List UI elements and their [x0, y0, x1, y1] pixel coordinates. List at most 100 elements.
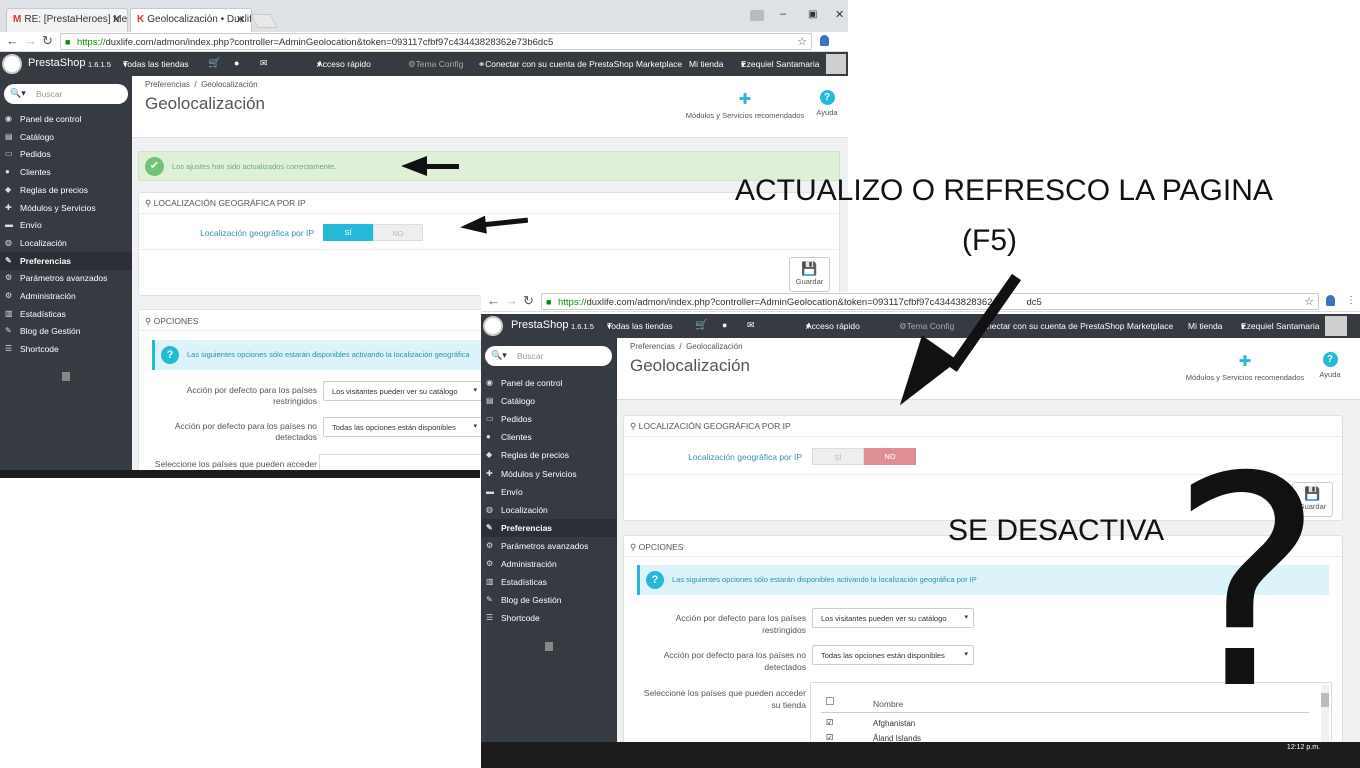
url-field-2[interactable]: ■ https://duxlife.com/admon/index.php?con… — [541, 293, 1319, 310]
shop-selector[interactable]: Todas las tiendas ▾ — [607, 321, 673, 332]
shop-selector[interactable]: Todas las tiendas ▾ — [123, 59, 189, 70]
sidebar-item-parámetros-avanzados[interactable]: ⚙ Parámetros avanzados — [0, 269, 132, 287]
tab-gmail[interactable]: M RE: [PrestaHeroes] Mens ✕ — [6, 8, 128, 32]
bookmark-star-icon[interactable]: ☆ — [797, 35, 807, 48]
sidebar-item-reglas-de-precios[interactable]: ◆ Reglas de precios — [0, 181, 132, 199]
sidebar-item-catálogo[interactable]: ▤ Catálogo — [0, 128, 132, 146]
close-tab-icon[interactable]: ✕ — [112, 13, 121, 26]
minimize-button[interactable]: – — [780, 8, 786, 20]
sidebar-item-blog-de-gestión[interactable]: ✎ Blog de Gestión — [481, 591, 617, 609]
marketplace-connect-link[interactable]: nectar con su cuenta de PrestaShop Marke… — [987, 321, 1173, 331]
puzzle-icon: ✚ — [1238, 353, 1252, 370]
geolocation-no-toggle[interactable]: NO — [864, 448, 916, 465]
sidebar-item-estadísticas[interactable]: ▥ Estadísticas — [481, 573, 617, 591]
back-icon[interactable]: ← — [6, 33, 19, 48]
sidebar-item-blog-de-gestión[interactable]: ✎ Blog de Gestión — [0, 322, 132, 340]
breadcrumb-parent[interactable]: Preferencias — [630, 342, 675, 351]
recommended-modules-button[interactable]: ✚ Módulos y Servicios recomendados — [1177, 352, 1313, 382]
sidebar-item-pedidos[interactable]: ▭ Pedidos — [481, 410, 617, 428]
restore-button[interactable]: ▣ — [808, 9, 817, 20]
customer-icon[interactable]: ● — [722, 320, 727, 330]
recommended-modules-button[interactable]: ✚ Módulos y Servicios recomendados — [680, 90, 810, 120]
geolocation-no-toggle[interactable]: NO — [373, 224, 423, 241]
theme-config-link[interactable]: ⚙ Tema Config — [408, 59, 463, 70]
sidebar-item-shortcode[interactable]: ☰ Shortcode — [0, 340, 132, 358]
reload-icon[interactable]: ↻ — [523, 293, 534, 309]
sidebar-collapse-handle[interactable] — [545, 642, 553, 651]
restricted-countries-select[interactable]: Los visitantes pueden ver su catálogo ▾ — [812, 608, 974, 628]
avatar[interactable] — [1325, 316, 1347, 336]
customer-icon[interactable]: ● — [234, 58, 239, 68]
sidebar-item-panel-de-control[interactable]: ◉ Panel de control — [0, 110, 132, 128]
bookmark-star-icon[interactable]: ☆ — [1304, 295, 1314, 308]
close-window-button[interactable]: ✕ — [835, 8, 844, 21]
sidebar-collapse-handle[interactable] — [62, 372, 70, 381]
close-tab-icon[interactable]: ✕ — [236, 13, 245, 26]
cart-icon[interactable]: 🛒 — [208, 58, 220, 69]
profile-icon[interactable] — [750, 10, 764, 21]
employee-menu[interactable]: Ezequiel Santamaria ▾ — [741, 59, 819, 70]
search-input[interactable]: 🔍▾ Buscar — [4, 84, 128, 104]
geolocation-yes-toggle[interactable]: SÍ — [323, 224, 373, 241]
quick-access-menu[interactable]: Acceso rápido ▾ — [317, 59, 371, 70]
reload-icon[interactable]: ↻ — [42, 33, 53, 49]
theme-config-link[interactable]: ⚙ Tema Config — [899, 321, 954, 332]
select-all-checkbox[interactable] — [826, 697, 834, 705]
my-shop-link[interactable]: Mi tienda — [1188, 321, 1223, 331]
forward-icon[interactable]: → — [505, 293, 518, 308]
help-button[interactable]: ? Ayuda — [812, 90, 842, 117]
breadcrumb-parent[interactable]: Preferencias — [145, 80, 190, 89]
extension-icon[interactable] — [820, 35, 829, 46]
arrow-1-head — [401, 156, 427, 176]
shortcode-icon: ☰ — [5, 344, 13, 354]
save-icon: 💾 — [801, 261, 818, 276]
sidebar-item-módulos-y-servicios[interactable]: ✚ Módulos y Servicios — [481, 465, 617, 483]
forward-icon[interactable]: → — [24, 33, 37, 48]
sidebar-item-reglas-de-precios[interactable]: ◆ Reglas de precios — [481, 446, 617, 464]
undetected-countries-select[interactable]: Todas las opciones están disponibles ▾ — [323, 417, 483, 437]
sidebar-item-label: Localización — [20, 237, 67, 248]
sidebar-item-módulos-y-servicios[interactable]: ✚ Módulos y Servicios — [0, 199, 132, 217]
messages-icon[interactable]: ✉ — [260, 58, 268, 69]
sidebar-item-localización[interactable]: ◍ Localización — [481, 501, 617, 519]
row-checkbox[interactable]: ☑ — [826, 718, 833, 727]
sidebar-item-envío[interactable]: ▬ Envío — [0, 216, 132, 234]
row-checkbox[interactable]: ☑ — [826, 733, 833, 742]
back-icon[interactable]: ← — [487, 293, 500, 308]
sidebar-item-preferencias[interactable]: ✎ Preferencias — [481, 518, 617, 537]
extension-icon[interactable] — [1326, 295, 1335, 306]
sidebar-item-preferencias[interactable]: ✎ Preferencias — [0, 251, 132, 270]
sidebar-item-clientes[interactable]: ● Clientes — [0, 163, 132, 181]
sidebar-item-catálogo[interactable]: ▤ Catálogo — [481, 392, 617, 410]
sidebar-item-administración[interactable]: ⚙ Administración — [0, 287, 132, 305]
taskbar-1 — [0, 470, 480, 478]
sidebar-item-label: Catálogo — [20, 131, 55, 142]
employee-menu[interactable]: Ezequiel Santamaria ▾ — [1241, 321, 1319, 332]
sidebar-item-panel-de-control[interactable]: ◉ Panel de control — [481, 374, 617, 392]
help-button[interactable]: ? Ayuda — [1315, 352, 1345, 379]
my-shop-link[interactable]: Mi tienda — [689, 59, 724, 69]
sidebar-item-shortcode[interactable]: ☰ Shortcode — [481, 609, 617, 627]
undetected-countries-select[interactable]: Todas las opciones están disponibles ▾ — [812, 645, 974, 665]
marketplace-connect-link[interactable]: ⚭ Conectar con su cuenta de PrestaShop M… — [478, 59, 682, 70]
annotation-question-mark: ? — [1170, 416, 1324, 753]
messages-icon[interactable]: ✉ — [747, 320, 755, 331]
sidebar-item-envío[interactable]: ▬ Envío — [481, 483, 617, 501]
sidebar-item-clientes[interactable]: ● Clientes — [481, 428, 617, 446]
url-field[interactable]: ■ https://duxlife.com/admon/index.php?con… — [60, 33, 812, 50]
tab-geolocalizacion[interactable]: K Geolocalización • Duxlife ✕ — [130, 8, 252, 32]
save-button[interactable]: 💾 Guardar — [789, 257, 830, 292]
menu-dots-icon[interactable]: ⋮ — [1346, 295, 1356, 306]
column-header-name: Nombre — [873, 699, 904, 709]
restricted-countries-select[interactable]: Los visitantes pueden ver su catálogo ▾ — [323, 381, 483, 401]
quick-access-menu[interactable]: Acceso rápido ▾ — [806, 321, 860, 332]
sidebar-item-parámetros-avanzados[interactable]: ⚙ Parámetros avanzados — [481, 537, 617, 555]
sidebar-item-pedidos[interactable]: ▭ Pedidos — [0, 145, 132, 163]
sidebar-item-administración[interactable]: ⚙ Administración — [481, 555, 617, 573]
search-input[interactable]: 🔍▾ Buscar — [485, 346, 612, 366]
sidebar-item-estadísticas[interactable]: ▥ Estadísticas — [0, 305, 132, 323]
cart-icon[interactable]: 🛒 — [695, 320, 707, 331]
avatar[interactable] — [826, 54, 846, 74]
geolocation-yes-toggle[interactable]: SÍ — [812, 448, 864, 465]
sidebar-item-localización[interactable]: ◍ Localización — [0, 234, 132, 252]
